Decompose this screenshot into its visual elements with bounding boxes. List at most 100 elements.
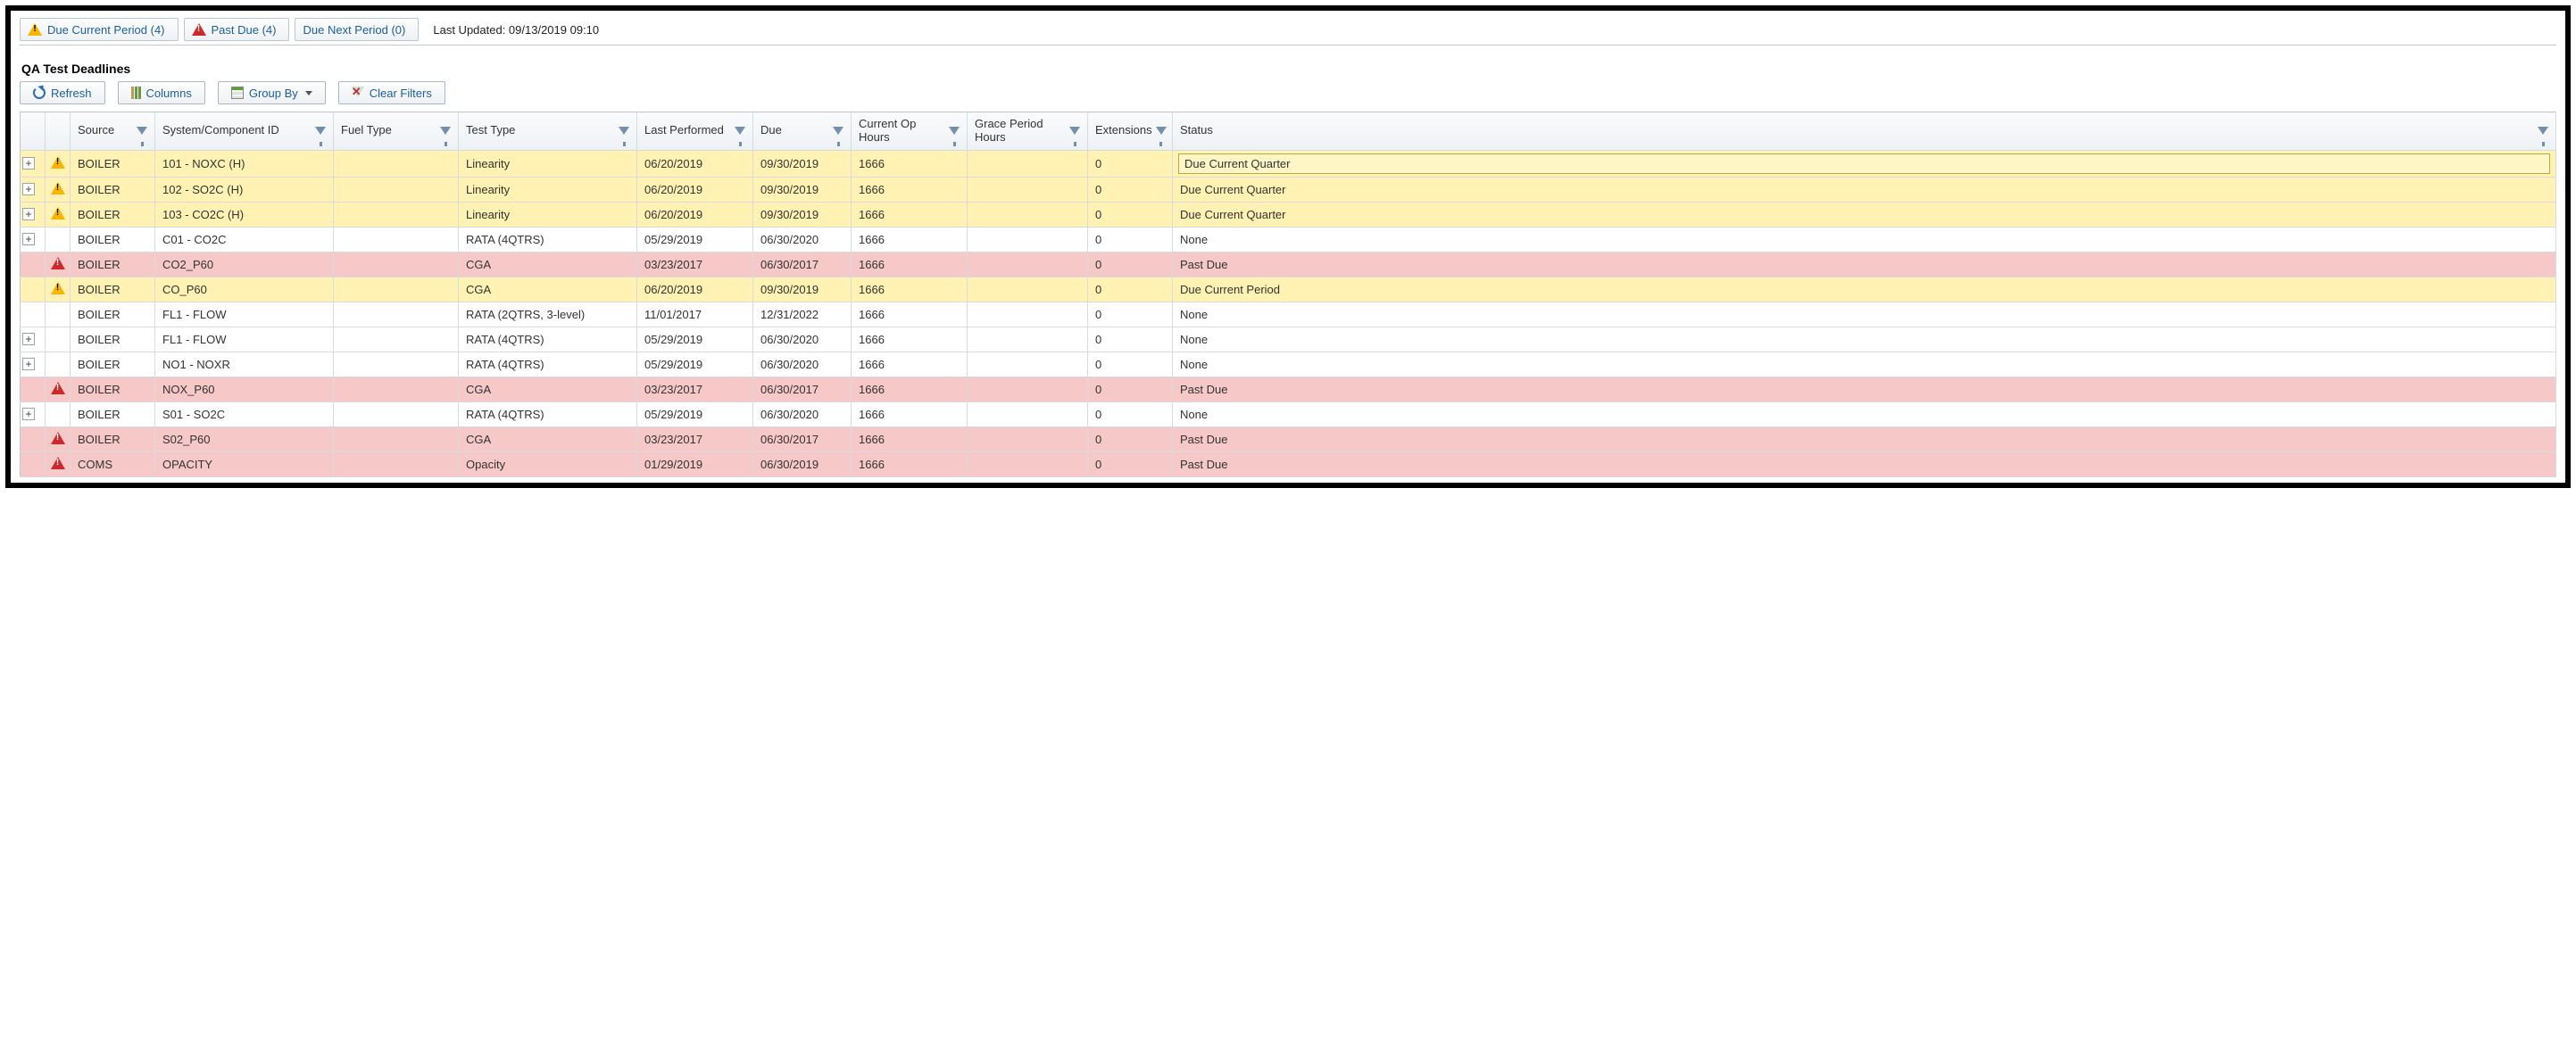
- test-type-cell: CGA: [459, 377, 637, 401]
- column-header-grace[interactable]: Grace Period Hours: [968, 112, 1088, 151]
- column-header-last[interactable]: Last Performed: [637, 112, 753, 151]
- table-row[interactable]: BOILERCO2_P60CGA03/23/201706/30/20171666…: [21, 252, 2556, 277]
- system-cell: CO2_P60: [155, 252, 334, 277]
- table-row[interactable]: BOILERNOX_P60CGA03/23/201706/30/20171666…: [21, 377, 2556, 401]
- status-icon-cell: [46, 352, 71, 377]
- expand-cell[interactable]: +: [21, 150, 46, 177]
- expand-icon[interactable]: +: [22, 333, 35, 345]
- extensions-cell: 0: [1088, 426, 1173, 451]
- table-row[interactable]: BOILERCO_P60CGA06/20/201909/30/201916660…: [21, 277, 2556, 302]
- table-row[interactable]: +BOILER103 - CO2C (H)Linearity06/20/2019…: [21, 202, 2556, 227]
- grace-period-cell: [968, 277, 1088, 302]
- table-row[interactable]: +BOILER101 - NOXC (H)Linearity06/20/2019…: [21, 150, 2556, 177]
- status-icon-cell: [46, 451, 71, 476]
- table-row[interactable]: COMSOPACITYOpacity01/29/201906/30/201916…: [21, 451, 2556, 476]
- test-type-cell: Linearity: [459, 177, 637, 202]
- expand-cell[interactable]: +: [21, 352, 46, 377]
- expand-cell[interactable]: +: [21, 227, 46, 252]
- last-performed-cell: 05/29/2019: [637, 401, 753, 426]
- op-hours-cell: 1666: [852, 327, 968, 352]
- app-frame: Due Current Period (4)Past Due (4)Due Ne…: [5, 5, 2571, 488]
- expand-cell[interactable]: +: [21, 177, 46, 202]
- table-row[interactable]: +BOILERC01 - CO2CRATA (4QTRS)05/29/20190…: [21, 227, 2556, 252]
- column-header-label: Last Performed: [644, 124, 724, 137]
- source-cell: BOILER: [71, 377, 155, 401]
- expand-cell[interactable]: +: [21, 401, 46, 426]
- system-cell: 101 - NOXC (H): [155, 150, 334, 177]
- filter-icon[interactable]: [1069, 127, 1080, 135]
- extensions-cell: 0: [1088, 252, 1173, 277]
- extensions-cell: 0: [1088, 377, 1173, 401]
- table-row[interactable]: BOILERS02_P60CGA03/23/201706/30/20171666…: [21, 426, 2556, 451]
- filter-icon[interactable]: [315, 127, 326, 135]
- filter-icon[interactable]: [735, 127, 745, 135]
- extensions-cell: 0: [1088, 150, 1173, 177]
- expand-icon[interactable]: +: [22, 157, 35, 170]
- column-header-due[interactable]: Due: [753, 112, 852, 151]
- column-header-system[interactable]: System/Component ID: [155, 112, 334, 151]
- filter-icon[interactable]: [440, 127, 451, 135]
- system-cell: NO1 - NOXR: [155, 352, 334, 377]
- fuel-cell: [334, 451, 459, 476]
- past-due-icon: [51, 257, 65, 269]
- status-cell: Due Current Quarter: [1173, 202, 2556, 227]
- test-type-cell: CGA: [459, 426, 637, 451]
- top-tab[interactable]: Past Due (4): [184, 18, 290, 41]
- status-icon-cell: [46, 202, 71, 227]
- expand-icon[interactable]: +: [22, 233, 35, 245]
- columns-button[interactable]: Columns: [118, 81, 205, 104]
- table-row[interactable]: +BOILERFL1 - FLOWRATA (4QTRS)05/29/20190…: [21, 327, 2556, 352]
- column-header-op[interactable]: Current Op Hours: [852, 112, 968, 151]
- expand-icon[interactable]: +: [22, 183, 35, 195]
- column-header-status[interactable]: Status: [1173, 112, 2556, 151]
- extensions-cell: 0: [1088, 352, 1173, 377]
- top-tab[interactable]: Due Next Period (0): [295, 18, 419, 41]
- table-row[interactable]: +BOILERNO1 - NOXRRATA (4QTRS)05/29/20190…: [21, 352, 2556, 377]
- expand-cell[interactable]: +: [21, 327, 46, 352]
- clear-filters-button[interactable]: Clear Filters: [338, 81, 445, 104]
- column-header-label: Test Type: [466, 124, 515, 137]
- status-icon-cell: [46, 377, 71, 401]
- expand-cell: [21, 451, 46, 476]
- op-hours-cell: 1666: [852, 302, 968, 327]
- refresh-button[interactable]: Refresh: [20, 81, 105, 104]
- table-row[interactable]: +BOILERS01 - SO2CRATA (4QTRS)05/29/20190…: [21, 401, 2556, 426]
- group-by-button[interactable]: Group By: [218, 81, 326, 104]
- column-header-test[interactable]: Test Type: [459, 112, 637, 151]
- fuel-cell: [334, 277, 459, 302]
- filter-icon[interactable]: [949, 127, 960, 135]
- filter-icon[interactable]: [1156, 127, 1167, 135]
- table-row[interactable]: BOILERFL1 - FLOWRATA (2QTRS, 3-level)11/…: [21, 302, 2556, 327]
- status-icon-cell: [46, 177, 71, 202]
- expand-icon[interactable]: +: [22, 408, 35, 420]
- column-header-source[interactable]: Source: [71, 112, 155, 151]
- past-due-icon: [51, 432, 65, 444]
- source-cell: BOILER: [71, 227, 155, 252]
- expand-icon[interactable]: +: [22, 208, 35, 220]
- last-performed-cell: 06/20/2019: [637, 177, 753, 202]
- fuel-cell: [334, 252, 459, 277]
- table-row[interactable]: +BOILER102 - SO2C (H)Linearity06/20/2019…: [21, 177, 2556, 202]
- column-header-fuel[interactable]: Fuel Type: [334, 112, 459, 151]
- due-cell: 06/30/2017: [753, 426, 852, 451]
- source-cell: BOILER: [71, 401, 155, 426]
- expand-icon[interactable]: +: [22, 358, 35, 370]
- status-icon-cell: [46, 401, 71, 426]
- filter-icon[interactable]: [833, 127, 843, 135]
- filter-icon[interactable]: [2538, 127, 2548, 135]
- top-tab-bar: Due Current Period (4)Past Due (4)Due Ne…: [20, 18, 2556, 46]
- extensions-cell: 0: [1088, 177, 1173, 202]
- status-cell: None: [1173, 227, 2556, 252]
- due-cell: 09/30/2019: [753, 150, 852, 177]
- system-cell: FL1 - FLOW: [155, 327, 334, 352]
- expand-cell[interactable]: +: [21, 202, 46, 227]
- last-updated-label: Last Updated: 09/13/2019 09:10: [433, 20, 599, 40]
- column-header-ext[interactable]: Extensions: [1088, 112, 1173, 151]
- top-tab[interactable]: Due Current Period (4): [20, 18, 179, 41]
- filter-icon[interactable]: [137, 127, 147, 135]
- column-header-label: Source: [78, 124, 114, 137]
- source-cell: BOILER: [71, 150, 155, 177]
- last-performed-cell: 05/29/2019: [637, 352, 753, 377]
- column-header-label: Grace Period Hours: [975, 118, 1066, 145]
- filter-icon[interactable]: [619, 127, 629, 135]
